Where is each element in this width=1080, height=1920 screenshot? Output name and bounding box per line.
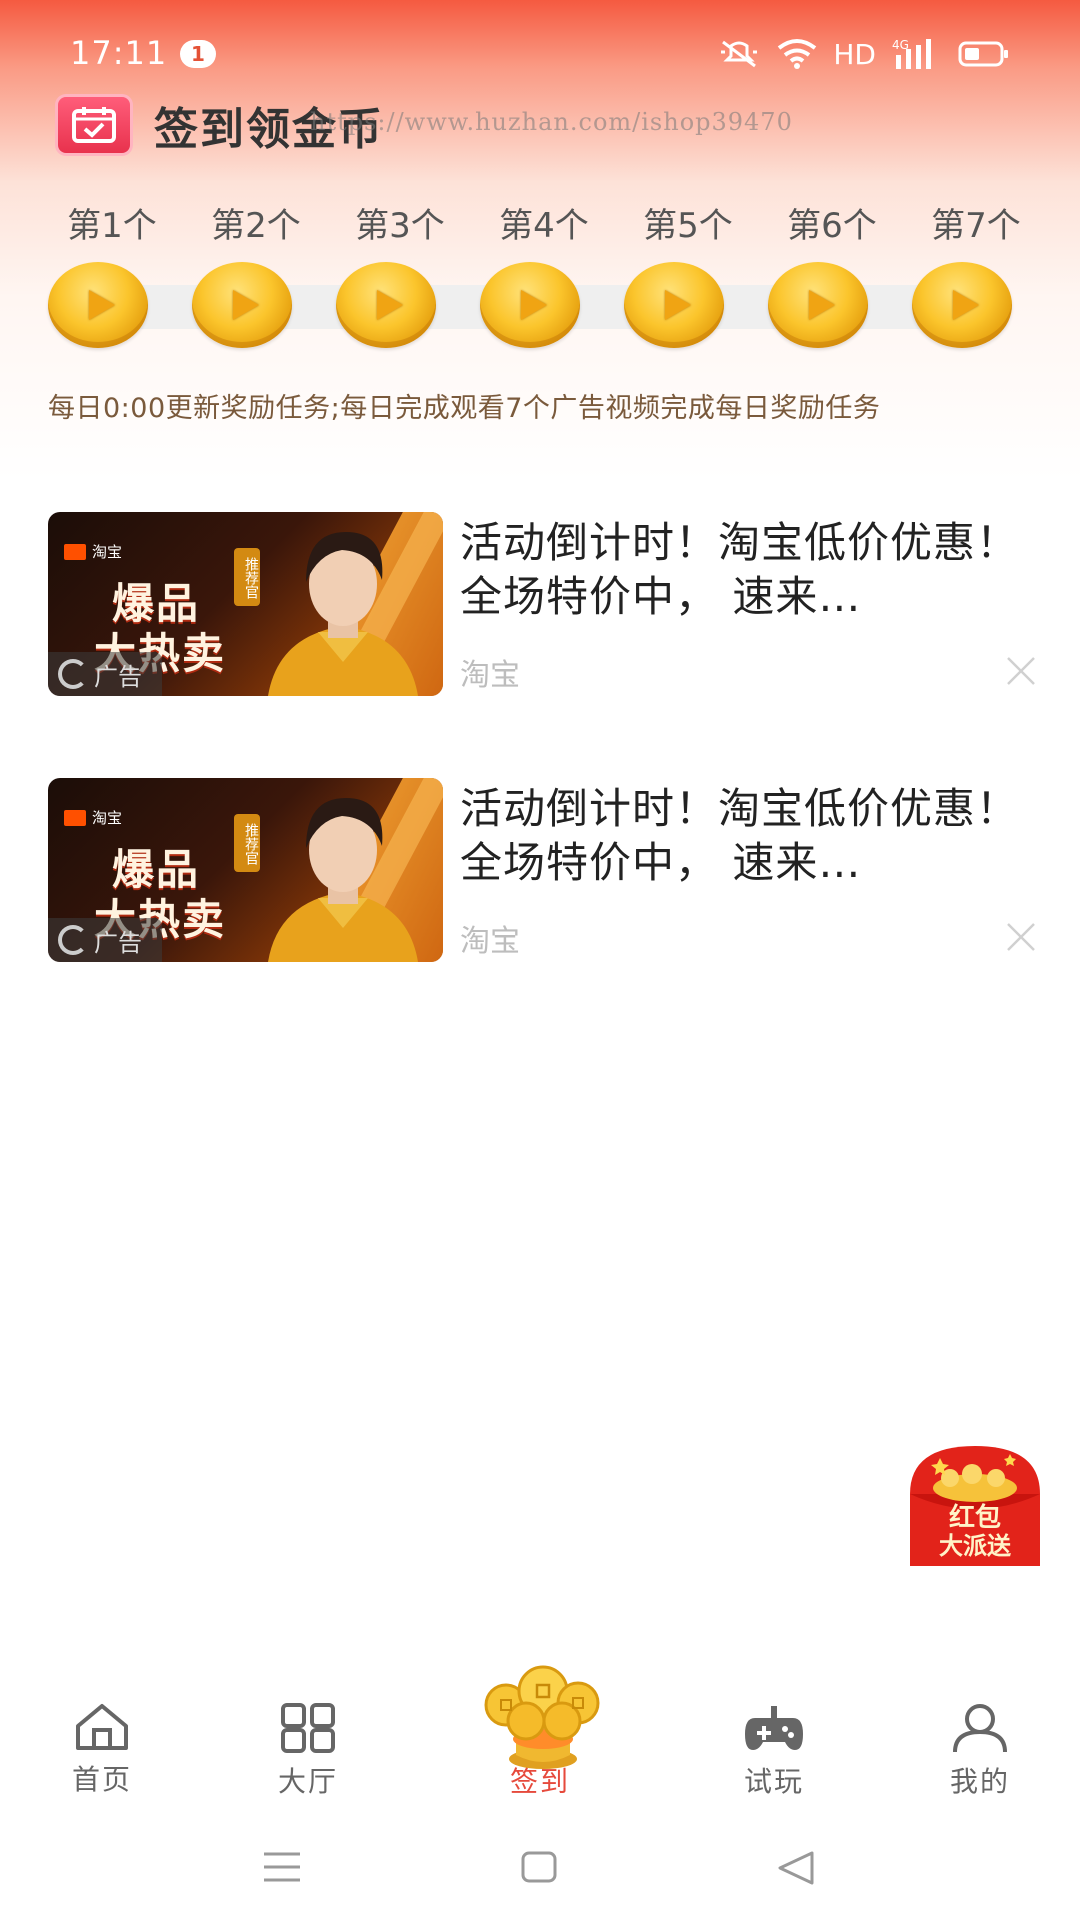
ad-thumbnail[interactable]: 淘宝 爆品 大热卖 推荐官 广告 (48, 512, 443, 696)
ad-thumb-brand: 淘宝 (92, 809, 123, 827)
home-square-icon[interactable] (520, 1850, 558, 1884)
system-nav-bar (0, 1820, 1080, 1920)
ad-thumb-brand: 淘宝 (92, 543, 123, 561)
calendar-check-icon (58, 97, 130, 153)
close-icon[interactable] (1004, 654, 1038, 688)
day-label-5: 第5个 (643, 206, 733, 246)
back-icon[interactable] (776, 1850, 816, 1886)
day-label-4: 第4个 (499, 206, 589, 246)
nav-label-trial: 试玩 (743, 1765, 804, 1798)
red-packet-line1: 红包 (949, 1502, 1001, 1533)
ad-title[interactable]: 活动倒计时！淘宝低价优惠！全场特价中， 速来… (460, 516, 1020, 624)
battery-icon (958, 40, 1010, 68)
day-label-7: 第7个 (931, 206, 1021, 246)
close-icon[interactable] (1004, 920, 1038, 954)
red-envelope-icon: 红包 大派送 (910, 1446, 1040, 1566)
rule-text: 每日0:00更新奖励任务;每日完成观看7个广告视频完成每日奖励任务 (48, 393, 881, 424)
signal-icon: 4G (892, 37, 942, 71)
checkin-day-labels: 第1个 第2个 第3个 第4个 第5个 第6个 第7个 (40, 198, 1040, 248)
status-icons: HD 4G (717, 34, 1010, 74)
nav-item-lobby[interactable]: 大厅 (228, 1702, 388, 1800)
play-coin-icon-3[interactable] (336, 262, 436, 348)
ad-platform-icon (58, 925, 88, 955)
ad-person-image (268, 798, 418, 962)
mute-icon (717, 38, 761, 70)
ad-platform-icon (58, 659, 88, 689)
play-coin-icon-2[interactable] (192, 262, 292, 348)
checkin-coins (40, 262, 1040, 352)
nav-label-home: 首页 (71, 1763, 132, 1796)
home-icon (76, 1704, 128, 1750)
red-packet-button[interactable]: 红包 大派送 (910, 1444, 1040, 1566)
day-label-2: 第2个 (211, 206, 301, 246)
nav-item-trial[interactable]: 试玩 (694, 1702, 854, 1800)
status-time: 17:11 (70, 34, 168, 72)
menu-icon[interactable] (262, 1850, 302, 1884)
ad-source: 淘宝 (460, 924, 520, 959)
play-coin-icon-4[interactable] (480, 262, 580, 348)
gamepad-icon (745, 1706, 803, 1750)
ad-label: 广告 (48, 918, 162, 962)
nav-label-lobby: 大厅 (277, 1765, 338, 1798)
network-hd-label: HD (833, 37, 876, 71)
ad-person-image (268, 532, 418, 696)
taobao-logo-icon (64, 544, 86, 560)
ad-thumbnail[interactable]: 淘宝 爆品 大热卖 推荐官 广告 (48, 778, 443, 962)
wifi-icon (777, 38, 817, 70)
day-label-6: 第6个 (787, 206, 877, 246)
watermark-text: https://www.huzhan.com/ishop39470 (310, 108, 793, 136)
ad-card[interactable]: 淘宝 爆品 大热卖 推荐官 广告 活动倒计时！淘宝低价优惠！全场特价中， 速来…… (48, 512, 1038, 696)
gold-coins-pile-icon (484, 1665, 600, 1769)
day-label-3: 第3个 (355, 206, 445, 246)
day-label-1: 第1个 (67, 206, 157, 246)
play-coin-icon-1[interactable] (48, 262, 148, 348)
grid-icon (281, 1703, 335, 1753)
ad-title[interactable]: 活动倒计时！淘宝低价优惠！全场特价中， 速来… (460, 782, 1020, 890)
nav-item-mine[interactable]: 我的 (900, 1702, 1060, 1800)
ad-card[interactable]: 淘宝 爆品 大热卖 推荐官 广告 活动倒计时！淘宝低价优惠！全场特价中， 速来…… (48, 778, 1038, 962)
nav-item-home[interactable]: 首页 (22, 1702, 182, 1798)
status-bar: 17:11 1 HD 4G (0, 0, 1080, 100)
play-coin-icon-6[interactable] (768, 262, 868, 348)
taobao-logo-icon (64, 810, 86, 826)
ad-source: 淘宝 (460, 658, 520, 693)
notification-badge: 1 (180, 40, 216, 68)
play-coin-icon-7[interactable] (912, 262, 1012, 348)
play-coin-icon-5[interactable] (624, 262, 724, 348)
ad-label: 广告 (48, 652, 162, 696)
user-icon (953, 1704, 1007, 1753)
red-packet-line2: 大派送 (939, 1532, 1012, 1560)
nav-label-mine: 我的 (949, 1765, 1010, 1798)
